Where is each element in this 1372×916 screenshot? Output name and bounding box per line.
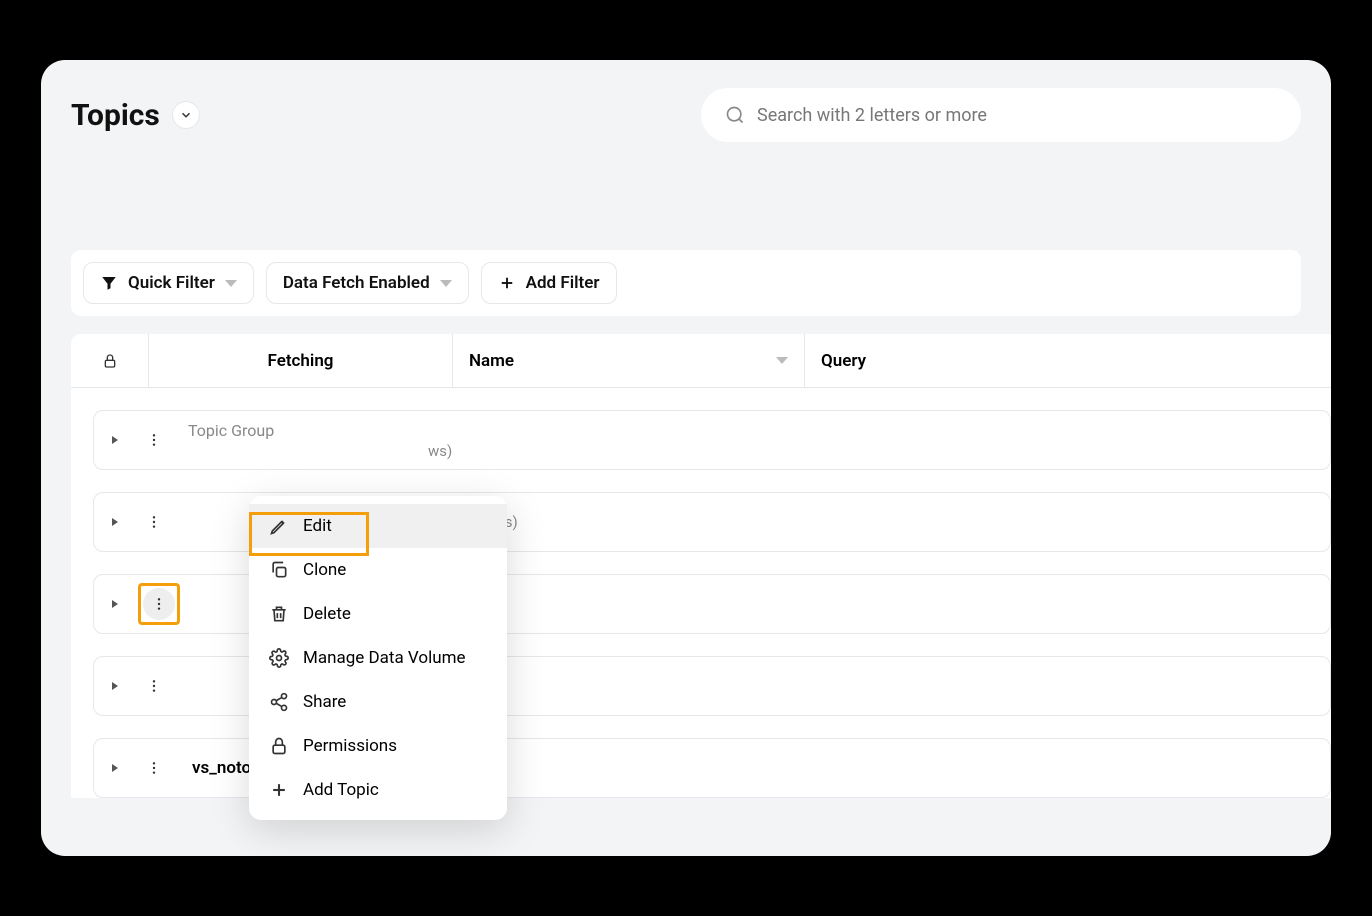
search-icon — [725, 105, 745, 125]
data-fetch-label: Data Fetch Enabled — [283, 273, 430, 293]
row-more-button[interactable] — [138, 424, 170, 456]
more-vertical-icon — [146, 760, 162, 776]
gear-icon — [269, 648, 289, 668]
caret-down-icon — [225, 280, 237, 287]
lock-icon — [269, 736, 289, 756]
menu-item-edit[interactable]: Edit — [249, 504, 507, 548]
expand-toggle[interactable] — [110, 681, 120, 691]
group-count: ws) — [428, 442, 452, 460]
data-fetch-filter-button[interactable]: Data Fetch Enabled — [266, 262, 469, 304]
add-filter-label: Add Filter — [526, 273, 600, 293]
highlight-annotation — [138, 583, 180, 625]
row-more-button[interactable] — [138, 506, 170, 538]
chevron-down-icon — [179, 108, 193, 122]
page-title-dropdown[interactable] — [172, 101, 200, 129]
row-more-button[interactable] — [138, 670, 170, 702]
lock-icon — [102, 353, 118, 369]
search-box[interactable] — [701, 88, 1301, 142]
sort-caret-icon — [776, 357, 788, 364]
group-label: Topic Group — [188, 421, 452, 440]
share-icon — [269, 692, 289, 712]
row-text: Topic Group ws) — [188, 421, 452, 460]
expand-toggle[interactable] — [110, 517, 120, 527]
menu-label: Permissions — [303, 736, 397, 756]
context-menu: Edit Clone Delete Manage Data Volume Sha… — [249, 496, 507, 820]
clone-icon — [269, 560, 289, 580]
column-name-label: Name — [469, 351, 514, 371]
caret-right-icon — [110, 599, 120, 609]
table-row: Topic Group ws) — [93, 410, 1331, 470]
app-window: Topics Quick Filter Data Fetch Enabled A… — [41, 60, 1331, 856]
search-input[interactable] — [757, 105, 1277, 126]
column-lock — [71, 334, 149, 387]
caret-right-icon — [110, 435, 120, 445]
more-vertical-icon — [151, 596, 167, 612]
menu-item-add-topic[interactable]: Add Topic — [249, 768, 507, 812]
menu-item-clone[interactable]: Clone — [249, 548, 507, 592]
column-query[interactable]: Query — [805, 351, 1331, 371]
trash-icon — [269, 604, 289, 624]
menu-item-share[interactable]: Share — [249, 680, 507, 724]
page-header: Topics — [41, 60, 1331, 142]
expand-toggle[interactable] — [110, 763, 120, 773]
table-header: Fetching Name Query — [71, 334, 1331, 388]
filter-toolbar: Quick Filter Data Fetch Enabled Add Filt… — [71, 250, 1301, 316]
menu-label: Share — [303, 692, 346, 712]
more-vertical-icon — [146, 678, 162, 694]
menu-label: Add Topic — [303, 780, 379, 800]
caret-down-icon — [440, 280, 452, 287]
row-more-button[interactable] — [143, 588, 175, 620]
menu-item-manage-volume[interactable]: Manage Data Volume — [249, 636, 507, 680]
more-vertical-icon — [146, 432, 162, 448]
expand-toggle[interactable] — [110, 435, 120, 445]
page-title: Topics — [71, 98, 160, 133]
plus-icon — [498, 274, 516, 292]
menu-label: Edit — [303, 516, 332, 536]
more-vertical-icon — [146, 514, 162, 530]
pencil-icon — [269, 516, 289, 536]
caret-right-icon — [110, 681, 120, 691]
menu-item-permissions[interactable]: Permissions — [249, 724, 507, 768]
plus-icon — [269, 780, 289, 800]
menu-label: Clone — [303, 560, 346, 580]
funnel-icon — [100, 274, 118, 292]
menu-label: Delete — [303, 604, 351, 624]
column-fetching[interactable]: Fetching — [149, 334, 453, 387]
menu-label: Manage Data Volume — [303, 648, 466, 668]
row-more-button[interactable] — [138, 752, 170, 784]
column-name[interactable]: Name — [453, 334, 805, 387]
search-container — [701, 88, 1301, 142]
add-filter-button[interactable]: Add Filter — [481, 262, 617, 304]
expand-toggle[interactable] — [110, 599, 120, 609]
quick-filter-button[interactable]: Quick Filter — [83, 262, 254, 304]
caret-right-icon — [110, 517, 120, 527]
menu-item-delete[interactable]: Delete — [249, 592, 507, 636]
caret-right-icon — [110, 763, 120, 773]
quick-filter-label: Quick Filter — [128, 273, 215, 293]
